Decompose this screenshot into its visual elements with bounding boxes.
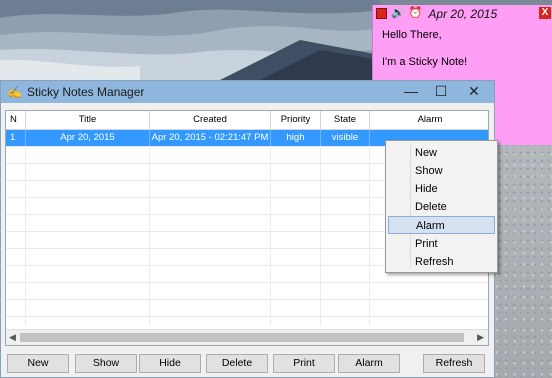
note-close-button[interactable]: X xyxy=(539,7,551,19)
note-color-icon[interactable] xyxy=(376,8,387,19)
menu-item-label: New xyxy=(415,147,438,159)
note-text-line[interactable]: Hello There, xyxy=(382,29,442,41)
speaker-icon[interactable]: 🔊 xyxy=(391,8,405,19)
cell-state: visible xyxy=(321,130,370,146)
rock-texture xyxy=(495,140,552,378)
title-bar[interactable]: ✍ Sticky Notes Manager — ☐ ✕ xyxy=(1,81,494,103)
col-header-title[interactable]: Title xyxy=(26,111,150,129)
horizontal-scrollbar[interactable]: ◀ ▶ xyxy=(6,329,488,345)
window-title: Sticky Notes Manager xyxy=(27,85,145,99)
show-button[interactable]: Show xyxy=(75,354,137,373)
minimize-button[interactable]: — xyxy=(396,81,426,103)
alarm-button[interactable]: Alarm xyxy=(338,354,400,373)
menu-item-label: Delete xyxy=(415,201,447,213)
scrollbar-thumb[interactable] xyxy=(20,333,464,342)
menu-item-label: Alarm xyxy=(416,220,445,232)
col-header-alarm[interactable]: Alarm xyxy=(370,111,488,129)
delete-button[interactable]: Delete xyxy=(206,354,268,373)
cell-created: Apr 20, 2015 - 02:21:47 PM xyxy=(150,130,271,146)
note-date: Apr 20, 2015 xyxy=(428,6,498,21)
col-header-priority[interactable]: Priority xyxy=(271,111,321,129)
menu-item-label: Refresh xyxy=(415,256,454,268)
col-header-state[interactable]: State xyxy=(321,111,370,129)
print-button[interactable]: Print xyxy=(273,354,335,373)
hide-button[interactable]: Hide xyxy=(139,354,201,373)
maximize-button[interactable]: ☐ xyxy=(426,81,456,103)
context-menu: New Show Hide Delete Alarm Print Refresh xyxy=(385,140,498,273)
menu-item-label: Show xyxy=(415,165,443,177)
scroll-right-icon[interactable]: ▶ xyxy=(477,332,484,343)
alarm-clock-icon[interactable]: ⏰ xyxy=(409,8,423,19)
menu-item-alarm[interactable]: Alarm xyxy=(388,216,495,234)
close-button[interactable]: ✕ xyxy=(459,81,489,103)
col-header-n[interactable]: N xyxy=(6,111,26,129)
menu-item-new[interactable]: New xyxy=(388,144,495,162)
refresh-button[interactable]: Refresh xyxy=(423,354,485,373)
menu-item-refresh[interactable]: Refresh xyxy=(388,253,495,271)
cell-priority: high xyxy=(271,130,321,146)
menu-item-delete[interactable]: Delete xyxy=(388,198,495,216)
note-text-line[interactable]: I'm a Sticky Note! xyxy=(382,56,467,68)
col-header-created[interactable]: Created xyxy=(150,111,271,129)
new-button[interactable]: New xyxy=(7,354,69,373)
menu-item-label: Print xyxy=(415,238,438,250)
menu-item-hide[interactable]: Hide xyxy=(388,180,495,198)
scroll-left-icon[interactable]: ◀ xyxy=(9,332,16,343)
table-header: N Title Created Priority State Alarm xyxy=(6,111,488,130)
menu-item-show[interactable]: Show xyxy=(388,162,495,180)
app-icon: ✍ xyxy=(7,85,22,99)
menu-item-label: Hide xyxy=(415,183,438,195)
menu-item-print[interactable]: Print xyxy=(388,235,495,253)
cell-n: 1 xyxy=(6,130,26,146)
sticky-note-toolbar: 🔊 ⏰ Apr 20, 2015 xyxy=(373,5,552,22)
cell-title: Apr 20, 2015 xyxy=(26,130,150,146)
button-bar: New Show Hide Delete Print Alarm Refresh xyxy=(5,354,489,374)
